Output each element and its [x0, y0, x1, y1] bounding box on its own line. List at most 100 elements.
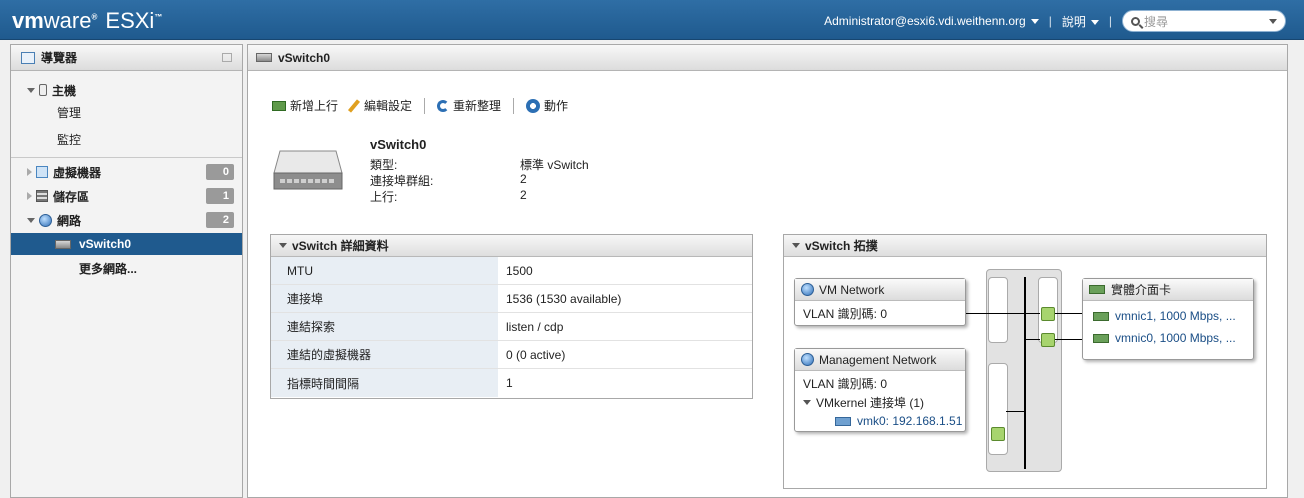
- summary-row-portgroups: 連接埠群組: 2: [370, 172, 589, 188]
- physical-adapters-box[interactable]: 實體介面卡 vmnic1, 1000 Mbps, ... vmnic0, 100…: [1082, 278, 1254, 360]
- connector-line: [1006, 411, 1024, 412]
- tree-item-label: 網路: [57, 213, 82, 228]
- gear-icon: [526, 98, 541, 113]
- switch-port-slot: [988, 363, 1008, 455]
- count-badge: 1: [206, 188, 234, 204]
- nic-icon: [1089, 285, 1105, 294]
- count-badge: 0: [206, 164, 234, 180]
- divider: |: [1048, 14, 1052, 28]
- navigator-icon: [21, 51, 35, 64]
- chevron-down-icon: [1090, 19, 1099, 25]
- divider: |: [1108, 14, 1112, 28]
- details-title: vSwitch 詳細資料: [292, 239, 389, 253]
- summary-key: 類型:: [370, 158, 398, 172]
- switch-bus-line: [1024, 277, 1026, 469]
- expand-icon[interactable]: [27, 217, 35, 223]
- collapse-icon[interactable]: [279, 243, 287, 248]
- network-icon: [801, 353, 814, 366]
- add-uplink-button[interactable]: 新增上行: [272, 97, 338, 114]
- physical-nic-vmnic1[interactable]: vmnic1, 1000 Mbps, ...: [1083, 301, 1253, 323]
- physical-adapters-title: 實體介面卡: [1111, 283, 1172, 297]
- expand-icon[interactable]: [27, 168, 32, 176]
- vlan-id: VLAN 識別碼: 0: [803, 377, 888, 391]
- divider: [11, 157, 242, 158]
- expand-icon[interactable]: [27, 192, 32, 200]
- connector-line: [1054, 339, 1082, 340]
- top-bar: vmware® ESXi™ Administrator@esxi6.vdi.wei…: [0, 0, 1304, 40]
- logo-trademark: ™: [154, 12, 163, 22]
- tree-item-label: 更多網路...: [79, 261, 138, 276]
- vmk0-item[interactable]: vmk0: 192.168.1.51: [795, 411, 965, 428]
- tree-item-monitor[interactable]: 監控: [11, 128, 242, 150]
- tree-item-vms[interactable]: 虛擬機器 0: [11, 161, 242, 183]
- tree-item-label: vSwitch0: [79, 237, 132, 251]
- summary-value: 2: [520, 188, 527, 202]
- summary-row-uplinks: 上行: 2: [370, 188, 589, 204]
- port-group-management-network[interactable]: Management Network VLAN 識別碼: 0 VMkernel …: [794, 348, 966, 432]
- details-value: 1536 (1530 available): [506, 291, 622, 306]
- tree-item-host[interactable]: 主機: [11, 79, 242, 101]
- summary-key: 連接埠群組:: [370, 174, 434, 188]
- actions-label: 動作: [544, 99, 569, 113]
- connector-line: [966, 313, 1024, 314]
- vswitch-topology-panel: vSwitch 拓撲 VM Network VLAN 識別碼: 0 Manage…: [783, 234, 1267, 489]
- connector-line: [1026, 339, 1040, 340]
- connector-line: [1026, 313, 1040, 314]
- user-menu[interactable]: Administrator@esxi6.vdi.weithenn.org: [824, 14, 1039, 28]
- details-header[interactable]: vSwitch 詳細資料: [271, 235, 752, 257]
- pencil-icon: [347, 98, 361, 113]
- vmkernel-ports-toggle[interactable]: VMkernel 連接埠 (1): [795, 392, 965, 411]
- search-input[interactable]: 搜尋: [1122, 10, 1286, 32]
- logo-esxi: ESXi: [105, 8, 155, 33]
- add-uplink-label: 新增上行: [290, 99, 339, 113]
- details-row: 指標時間間隔 1: [271, 369, 752, 397]
- port-icon: [1041, 307, 1055, 321]
- navigator-panel: 導覽器 主機 管理 監控 虛擬機器 0 儲存區 1 網路 2 vSwitch0 …: [10, 44, 243, 498]
- switch-icon: [55, 239, 71, 249]
- port-group-header: Management Network: [795, 349, 965, 371]
- network-icon: [801, 283, 814, 296]
- edit-settings-label: 編輯設定: [364, 99, 413, 113]
- topology-header[interactable]: vSwitch 拓撲: [784, 235, 1266, 257]
- navigator-header: 導覽器: [11, 45, 242, 71]
- details-key: MTU: [271, 257, 498, 284]
- port-group-vm-network[interactable]: VM Network VLAN 識別碼: 0: [794, 278, 966, 326]
- edit-settings-button[interactable]: 編輯設定: [347, 97, 413, 114]
- toolbar: 新增上行 編輯設定 重新整理 動作: [272, 97, 568, 114]
- tree-item-storage[interactable]: 儲存區 1: [11, 185, 242, 207]
- help-menu[interactable]: 說明: [1062, 13, 1099, 30]
- tree-item-more-networks[interactable]: 更多網路...: [11, 257, 242, 279]
- search-icon: [1131, 16, 1140, 26]
- refresh-label: 重新整理: [453, 99, 502, 113]
- pin-icon[interactable]: [222, 53, 232, 62]
- chevron-down-icon[interactable]: [1269, 19, 1277, 24]
- actions-button[interactable]: 動作: [526, 97, 568, 114]
- summary-value: 標準 vSwitch: [520, 158, 589, 172]
- logo-registered: ®: [91, 12, 98, 22]
- vlan-id: VLAN 識別碼: 0: [803, 307, 888, 321]
- user-name: Administrator@esxi6.vdi.weithenn.org: [824, 14, 1026, 28]
- port-icon: [1041, 333, 1055, 347]
- details-value: 1500: [506, 263, 533, 278]
- switch-icon: [256, 53, 272, 62]
- tree-item-label: 主機: [52, 83, 77, 98]
- switch-port-slot: [988, 277, 1008, 343]
- physical-nic-vmnic0[interactable]: vmnic0, 1000 Mbps, ...: [1083, 323, 1253, 345]
- expand-icon[interactable]: [27, 87, 35, 93]
- vmware-esxi-logo[interactable]: vmware® ESXi™: [12, 8, 162, 34]
- tree-item-manage[interactable]: 管理: [11, 101, 242, 123]
- nic-icon: [1093, 333, 1109, 343]
- refresh-button[interactable]: 重新整理: [437, 97, 501, 114]
- tree-item-vswitch0[interactable]: vSwitch0: [11, 233, 242, 255]
- collapse-icon[interactable]: [792, 243, 800, 248]
- vmkernel-nic-icon: [835, 416, 851, 426]
- collapse-icon: [803, 400, 811, 405]
- storage-icon: [36, 190, 48, 202]
- nic-label: vmnic0, 1000 Mbps, ...: [1115, 331, 1236, 345]
- summary-title: vSwitch0: [370, 137, 427, 152]
- port-icon: [991, 427, 1005, 441]
- main-panel: vSwitch0 新增上行 編輯設定 重新整理 動作 vSwitch0 類型: …: [247, 44, 1288, 498]
- tree-item-network[interactable]: 網路 2: [11, 209, 242, 231]
- logo-vm: vm: [12, 8, 44, 33]
- port-group-header: VM Network: [795, 279, 965, 301]
